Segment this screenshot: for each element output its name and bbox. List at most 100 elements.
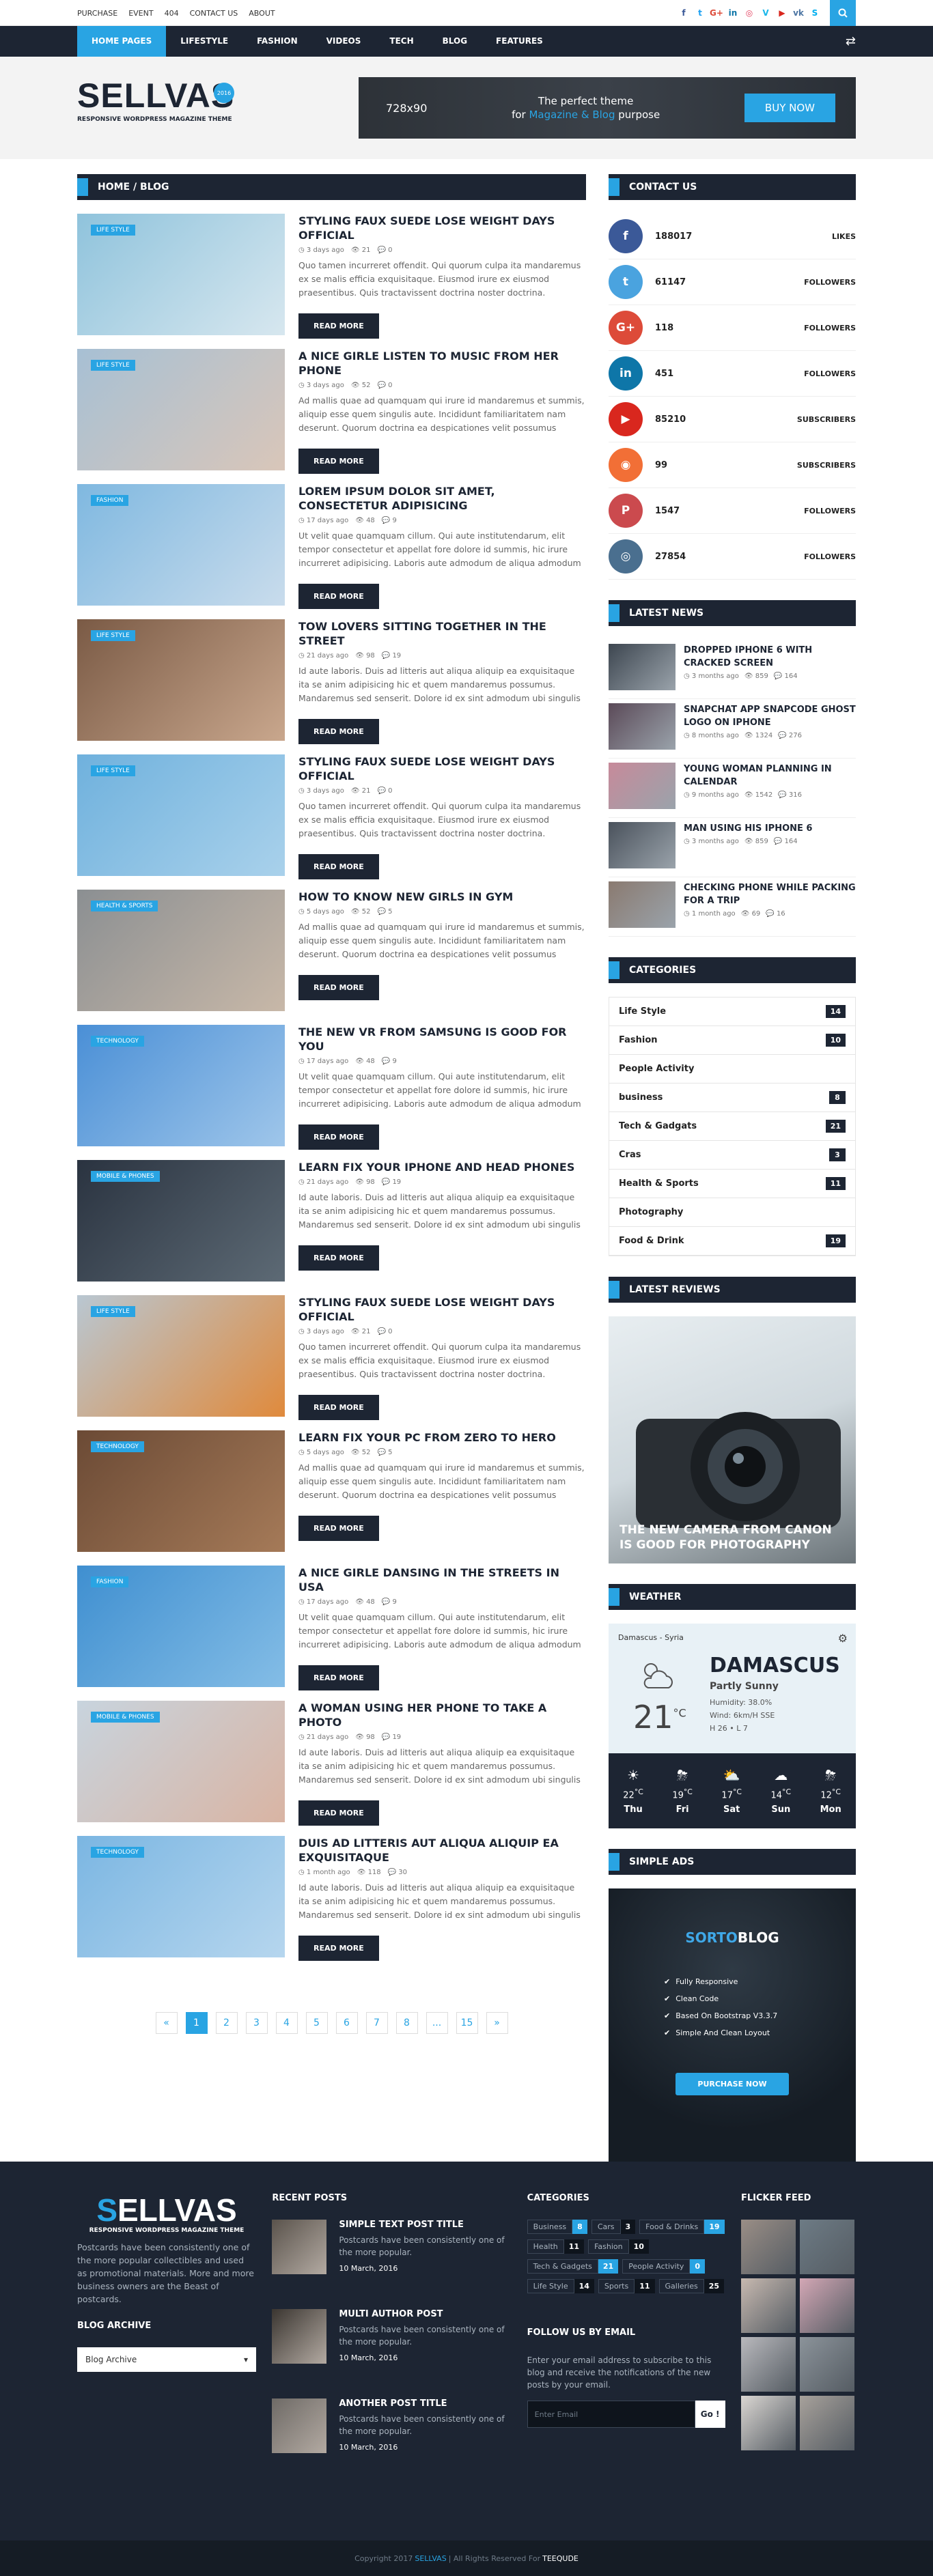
page-5[interactable]: 5	[305, 2012, 328, 2034]
footer-logo[interactable]: SELLVAS	[77, 2193, 256, 2227]
news-title[interactable]: YOUNG WOMAN PLANNING IN CALENDAR	[684, 763, 856, 789]
post-category-tag[interactable]: TECHNOLOGY	[91, 1847, 144, 1858]
recent-post-title[interactable]: ANOTHER POST TITLE	[339, 2398, 511, 2409]
recent-post[interactable]: SIMPLE TEXT POST TITLE Postcards have bee…	[272, 2220, 511, 2309]
nav-item-blog[interactable]: BLOG	[428, 26, 482, 57]
buy-now-button[interactable]: BUY NOW	[744, 94, 835, 122]
footer-category[interactable]: People Activity 0	[622, 2259, 706, 2274]
site-logo[interactable]: SELLVAS RESPONSIVE WORDPRESS MAGAZINE TH…	[77, 77, 234, 139]
blog-archive-select[interactable]: Blog Archive ▾	[77, 2347, 256, 2372]
twitter-icon[interactable]: t	[692, 8, 708, 18]
post-category-tag[interactable]: LIFE STYLE	[91, 1306, 135, 1317]
top-link-1[interactable]: EVENT	[128, 9, 153, 18]
post-image[interactable]: LIFE STYLE	[77, 349, 285, 470]
shuffle-icon[interactable]: ⇄	[846, 34, 856, 48]
post-category-tag[interactable]: FASHION	[91, 1576, 129, 1587]
page-1[interactable]: 1	[185, 2012, 208, 2034]
nav-item-home-pages[interactable]: HOME PAGES	[77, 26, 167, 57]
news-item[interactable]: DROPPED IPHONE 6 WITH CRACKED SCREEN ◷ 3 …	[609, 640, 856, 699]
skype-icon[interactable]: S	[807, 8, 823, 18]
social-counter-row[interactable]: f 188017 LIKES	[609, 214, 856, 259]
post-category-tag[interactable]: MOBILE & PHONES	[91, 1712, 160, 1723]
post-category-tag[interactable]: MOBILE & PHONES	[91, 1171, 160, 1182]
post-category-tag[interactable]: LIFE STYLE	[91, 765, 135, 776]
footer-category[interactable]: Food & Drinks 19	[639, 2220, 725, 2234]
post-image[interactable]: HEALTH & SPORTS	[77, 890, 285, 1011]
header-banner-ad[interactable]: 728x90 The perfect theme for Magazine & …	[359, 77, 856, 139]
news-thumbnail[interactable]	[609, 644, 676, 690]
review-title[interactable]: THE NEW CAMERA FROM CANON IS GOOD FOR PH…	[619, 1523, 845, 1553]
top-link-4[interactable]: ABOUT	[249, 9, 275, 18]
news-title[interactable]: CHECKING PHONE WHILE PACKING FOR A TRIP	[684, 881, 856, 907]
post-title[interactable]: HOW TO KNOW NEW GIRLS IN GYM	[298, 890, 586, 904]
category-row[interactable]: Photography	[609, 1198, 855, 1227]
breadcrumb[interactable]: HOME / BLOG	[77, 174, 586, 200]
news-item[interactable]: CHECKING PHONE WHILE PACKING FOR A TRIP ◷…	[609, 877, 856, 937]
category-row[interactable]: Food & Drink 19	[609, 1227, 855, 1256]
category-row[interactable]: People Activity	[609, 1055, 855, 1084]
sidebar-ad[interactable]: SORTOBLOG Fully ResponsiveClean CodeBase…	[609, 1888, 856, 2162]
post-image[interactable]: LIFE STYLE	[77, 1295, 285, 1417]
social-counter-row[interactable]: ▶ 85210 SUBSCRIBERS	[609, 397, 856, 442]
social-counter-row[interactable]: ◎ 27854 FOLLOWERS	[609, 534, 856, 580]
nav-item-lifestyle[interactable]: LIFESTYLE	[166, 26, 242, 57]
flickr-photo[interactable]	[799, 2278, 854, 2333]
page-4[interactable]: 4	[275, 2012, 298, 2034]
post-title[interactable]: LOREM IPSUM DOLOR SIT AMET, CONSECTETUR …	[298, 484, 586, 513]
category-row[interactable]: Tech & Gadgats 21	[609, 1112, 855, 1141]
social-counter-row[interactable]: G+ 118 FOLLOWERS	[609, 305, 856, 351]
post-category-tag[interactable]: LIFE STYLE	[91, 630, 135, 641]
footer-category[interactable]: Sports 11	[598, 2279, 655, 2293]
page-11[interactable]: »	[486, 2012, 508, 2034]
flickr-photo[interactable]	[740, 2220, 796, 2274]
category-row[interactable]: Life Style 14	[609, 997, 855, 1026]
read-more-button[interactable]: READ MORE	[298, 1516, 379, 1541]
footer-category[interactable]: Tech & Gadgets 21	[527, 2259, 619, 2274]
post-category-tag[interactable]: TECHNOLOGY	[91, 1441, 144, 1452]
post-title[interactable]: LEARN FIX YOUR IPHONE AND HEAD PHONES	[298, 1160, 586, 1174]
page-3[interactable]: 3	[245, 2012, 268, 2034]
post-image[interactable]: TECHNOLOGY	[77, 1836, 285, 1957]
news-item[interactable]: SNAPCHAT APP SNAPCODE GHOST LOGO ON IPHO…	[609, 699, 856, 759]
category-row[interactable]: Cras 3	[609, 1141, 855, 1170]
nav-item-fashion[interactable]: FASHION	[242, 26, 312, 57]
google-plus-icon[interactable]: G+	[708, 8, 725, 18]
nav-item-features[interactable]: FEATURES	[482, 26, 557, 57]
page-6[interactable]: 6	[335, 2012, 358, 2034]
category-row[interactable]: Fashion 10	[609, 1026, 855, 1055]
top-link-0[interactable]: PURCHASE	[77, 9, 117, 18]
news-item[interactable]: MAN USING HIS IPHONE 6 ◷ 3 months ago 👁 85…	[609, 818, 856, 877]
news-item[interactable]: YOUNG WOMAN PLANNING IN CALENDAR ◷ 9 mont…	[609, 759, 856, 818]
page-8[interactable]: 8	[395, 2012, 418, 2034]
page-2[interactable]: 2	[215, 2012, 238, 2034]
nav-item-videos[interactable]: VIDEOS	[312, 26, 376, 57]
social-counter-row[interactable]: in 451 FOLLOWERS	[609, 351, 856, 397]
news-title[interactable]: MAN USING HIS IPHONE 6	[684, 822, 812, 835]
news-title[interactable]: SNAPCHAT APP SNAPCODE GHOST LOGO ON IPHO…	[684, 703, 856, 729]
category-row[interactable]: Health & Sports 11	[609, 1170, 855, 1198]
read-more-button[interactable]: READ MORE	[298, 584, 379, 609]
flickr-photo[interactable]	[799, 2337, 854, 2392]
post-image[interactable]: LIFE STYLE	[77, 214, 285, 335]
read-more-button[interactable]: READ MORE	[298, 1936, 379, 1961]
post-image[interactable]: FASHION	[77, 1566, 285, 1687]
subscribe-button[interactable]: Go !	[695, 2401, 725, 2428]
footer-category[interactable]: Cars 3	[591, 2220, 636, 2234]
social-counter-row[interactable]: t 61147 FOLLOWERS	[609, 259, 856, 305]
flickr-photo[interactable]	[740, 2278, 796, 2333]
post-title[interactable]: STYLING FAUX SUEDE LOSE WEIGHT DAYS OFFI…	[298, 1295, 586, 1324]
post-category-tag[interactable]: LIFE STYLE	[91, 225, 135, 236]
read-more-button[interactable]: READ MORE	[298, 854, 379, 879]
read-more-button[interactable]: READ MORE	[298, 1665, 379, 1690]
page-9[interactable]: ...	[426, 2012, 448, 2034]
post-title[interactable]: STYLING FAUX SUEDE LOSE WEIGHT DAYS OFFI…	[298, 214, 586, 242]
post-title[interactable]: TOW LOVERS SITTING TOGETHER IN THE STREE…	[298, 619, 586, 648]
recent-post-title[interactable]: MULTI AUTHOR POST	[339, 2309, 511, 2319]
post-category-tag[interactable]: HEALTH & SPORTS	[91, 901, 158, 911]
post-image[interactable]: TECHNOLOGY	[77, 1025, 285, 1146]
flickr-photo[interactable]	[799, 2220, 854, 2274]
post-title[interactable]: A NICE GIRLE LISTEN TO MUSIC FROM HER PH…	[298, 349, 586, 378]
top-link-2[interactable]: 404	[165, 9, 179, 18]
copyright-brand[interactable]: SELLVAS	[415, 2554, 446, 2563]
post-title[interactable]: STYLING FAUX SUEDE LOSE WEIGHT DAYS OFFI…	[298, 754, 586, 783]
